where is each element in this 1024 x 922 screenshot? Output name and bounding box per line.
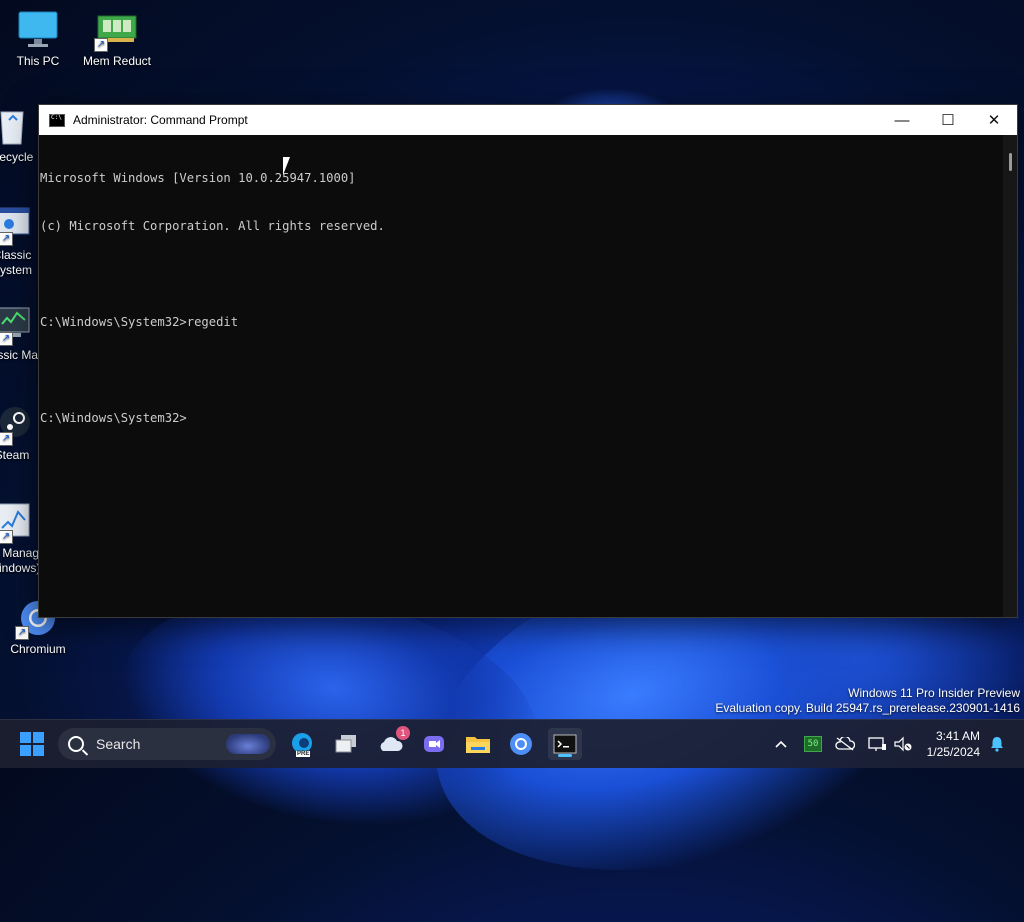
shortcut-arrow-icon: ↗ bbox=[15, 626, 29, 640]
taskbar-app-edge[interactable]: PRE bbox=[286, 728, 318, 760]
shortcut-arrow-icon: ↗ bbox=[0, 232, 13, 246]
chevron-up-icon bbox=[775, 740, 787, 748]
volume-muted-icon bbox=[894, 736, 912, 752]
task-view-icon bbox=[335, 735, 356, 753]
taskbar-app-meet[interactable] bbox=[418, 728, 450, 760]
show-hidden-icons-button[interactable] bbox=[770, 720, 792, 768]
search-icon bbox=[68, 736, 84, 752]
watermark-line: Windows 11 Pro Insider Preview bbox=[848, 686, 1020, 700]
pre-badge: PRE bbox=[296, 751, 311, 757]
console-prompt-line[interactable]: C:\Windows\System32> bbox=[40, 410, 1003, 426]
watermark-line: Evaluation copy. Build 25947.rs_prerelea… bbox=[715, 701, 1020, 715]
mouse-pointer-icon bbox=[282, 156, 291, 176]
shortcut-arrow-icon: ↗ bbox=[0, 530, 13, 544]
network-icon bbox=[868, 737, 886, 751]
shortcut-arrow-icon: ↗ bbox=[0, 432, 13, 446]
meet-icon bbox=[424, 736, 444, 752]
system-window-icon: ↗ bbox=[0, 204, 33, 246]
taskbar-clock[interactable]: 3:41 AM 1/25/2024 bbox=[927, 728, 980, 760]
taskbar-app-file-explorer[interactable] bbox=[462, 728, 494, 760]
start-button[interactable] bbox=[16, 728, 48, 760]
taskbar-app-onedrive[interactable]: 1 bbox=[374, 726, 410, 760]
taskbar-app-terminal[interactable] bbox=[548, 728, 582, 760]
window-title: Administrator: Command Prompt bbox=[73, 113, 248, 127]
shortcut-arrow-icon: ↗ bbox=[94, 38, 108, 52]
shortcut-arrow-icon: ↗ bbox=[0, 332, 13, 346]
memory-chip-icon: ↗ bbox=[94, 10, 138, 52]
tray-mem-reduct[interactable]: 50 bbox=[801, 720, 825, 768]
search-label: Search bbox=[96, 736, 141, 752]
search-highlight-image bbox=[226, 734, 270, 754]
notifications-button[interactable] bbox=[986, 720, 1008, 768]
maximize-button[interactable]: ☐ bbox=[925, 105, 971, 135]
evaluation-watermark: Windows 11 Pro Insider Preview Evaluatio… bbox=[715, 686, 1020, 716]
monitor-icon bbox=[17, 10, 59, 50]
clock-date: 1/25/2024 bbox=[926, 745, 980, 759]
close-button[interactable]: ✕ bbox=[971, 105, 1017, 135]
desktop-icon-this-pc[interactable]: This PC bbox=[0, 10, 76, 69]
tray-onedrive-offline[interactable] bbox=[833, 720, 857, 768]
command-prompt-window[interactable]: Administrator: Command Prompt — ☐ ✕ Micr… bbox=[38, 104, 1018, 618]
desktop-icon-mem-reduct[interactable]: ↗ Mem Reduct bbox=[79, 10, 155, 69]
console-output[interactable]: Microsoft Windows [Version 10.0.25947.10… bbox=[39, 135, 1003, 617]
taskbar-search-box[interactable]: Search bbox=[58, 728, 276, 760]
file-explorer-icon bbox=[466, 737, 490, 753]
scrollbar-thumb[interactable] bbox=[1009, 153, 1012, 171]
tray-volume[interactable] bbox=[891, 720, 915, 768]
minimize-button[interactable]: — bbox=[879, 105, 925, 135]
task-manager-icon: ↗ bbox=[0, 502, 33, 544]
console-line: C:\Windows\System32>regedit bbox=[40, 315, 239, 329]
console-line: (c) Microsoft Corporation. All rights re… bbox=[40, 219, 385, 233]
cmd-icon bbox=[49, 113, 65, 127]
window-titlebar[interactable]: Administrator: Command Prompt — ☐ ✕ bbox=[39, 105, 1017, 135]
vertical-scrollbar[interactable] bbox=[1003, 135, 1017, 617]
windows-logo-icon bbox=[20, 732, 44, 756]
console-line: Microsoft Windows [Version 10.0.25947.10… bbox=[40, 171, 356, 185]
steam-icon: ↗ bbox=[0, 404, 33, 446]
taskbar-app-chromium[interactable] bbox=[505, 728, 537, 760]
memory-usage-icon: 50 bbox=[804, 736, 822, 752]
notification-badge: 1 bbox=[396, 726, 410, 740]
bell-icon bbox=[991, 737, 1003, 752]
active-app-indicator bbox=[558, 754, 572, 757]
tray-network[interactable] bbox=[865, 720, 889, 768]
recycle-bin-icon bbox=[0, 106, 33, 146]
chromium-icon bbox=[510, 733, 532, 755]
cloud-offline-icon bbox=[835, 737, 855, 751]
clock-time: 3:41 AM bbox=[935, 729, 980, 743]
terminal-icon bbox=[553, 734, 577, 754]
taskbar: Search PRE 1 50 3:41 AM 1/25/2024 bbox=[0, 719, 1024, 768]
computer-manager-icon: ↗ bbox=[0, 304, 33, 346]
taskbar-app-task-view[interactable] bbox=[330, 728, 362, 760]
